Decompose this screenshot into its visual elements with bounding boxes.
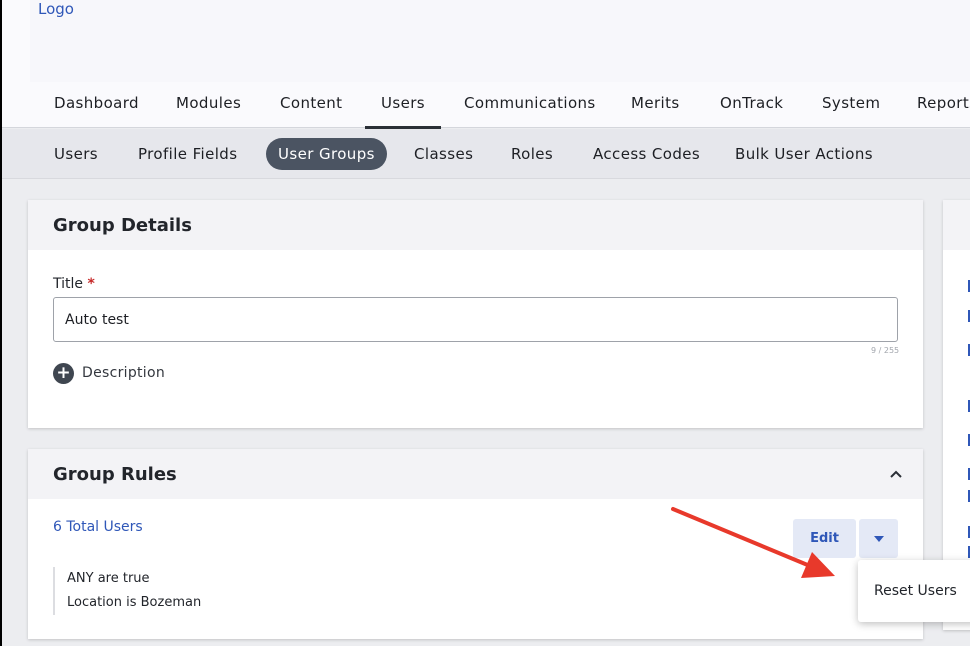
rule-summary: ANY are true Location is Bozeman	[53, 567, 201, 615]
nav-content[interactable]: Content	[280, 94, 342, 112]
nav-dashboard[interactable]: Dashboard	[54, 94, 139, 112]
subnav-classes[interactable]: Classes	[414, 145, 473, 163]
title-label-text: Title	[53, 276, 84, 292]
caret-down-icon	[873, 535, 884, 542]
subnav-roles[interactable]: Roles	[511, 145, 553, 163]
window-edge	[0, 0, 2, 646]
group-details-header: Group Details	[28, 200, 923, 250]
rule-condition: ANY are true	[67, 571, 150, 586]
total-users-link[interactable]: 6 Total Users	[53, 519, 143, 535]
subnav-users[interactable]: Users	[54, 145, 98, 163]
group-details-card: Group Details Title * 9 / 255 + Descript…	[28, 200, 923, 428]
logo-area	[30, 0, 970, 82]
char-counter: 9 / 255	[871, 346, 900, 355]
add-description-button[interactable]: + Description	[53, 362, 165, 384]
rule-item: Location is Bozeman	[67, 595, 202, 610]
group-rules-card: Group Rules 6 Total Users Edit ANY are t…	[28, 449, 923, 639]
logo[interactable]: Logo	[38, 0, 74, 18]
sub-nav: Users Profile Fields User Groups Classes…	[2, 129, 970, 179]
more-actions-toggle[interactable]	[859, 519, 898, 558]
group-details-title: Group Details	[53, 215, 192, 236]
subnav-user-groups[interactable]: User Groups	[266, 138, 387, 170]
reset-users-menu-item[interactable]: Reset Users	[874, 583, 957, 599]
group-rules-title: Group Rules	[53, 464, 177, 485]
nav-users[interactable]: Users	[364, 94, 442, 129]
actions-dropdown-menu: Reset Users	[858, 560, 970, 622]
nav-ontrack[interactable]: OnTrack	[720, 94, 783, 112]
edit-button[interactable]: Edit	[793, 519, 856, 558]
nav-merits[interactable]: Merits	[631, 94, 680, 112]
subnav-bulk-user-actions[interactable]: Bulk User Actions	[735, 145, 873, 163]
subnav-profile-fields[interactable]: Profile Fields	[138, 145, 237, 163]
nav-modules[interactable]: Modules	[176, 94, 241, 112]
group-rules-header: Group Rules	[28, 449, 923, 499]
title-label: Title *	[53, 276, 95, 292]
nav-reports[interactable]: Reports	[917, 94, 970, 112]
description-label: Description	[82, 365, 166, 381]
plus-circle-icon: +	[53, 362, 74, 384]
chevron-up-icon[interactable]	[886, 465, 906, 483]
right-panel-header	[943, 200, 970, 250]
subnav-access-codes[interactable]: Access Codes	[593, 145, 700, 163]
required-marker: *	[87, 276, 95, 292]
title-input[interactable]	[53, 297, 898, 342]
nav-communications[interactable]: Communications	[464, 94, 596, 112]
nav-system[interactable]: System	[822, 94, 880, 112]
main-nav: Dashboard Modules Content Users Communic…	[2, 84, 970, 129]
